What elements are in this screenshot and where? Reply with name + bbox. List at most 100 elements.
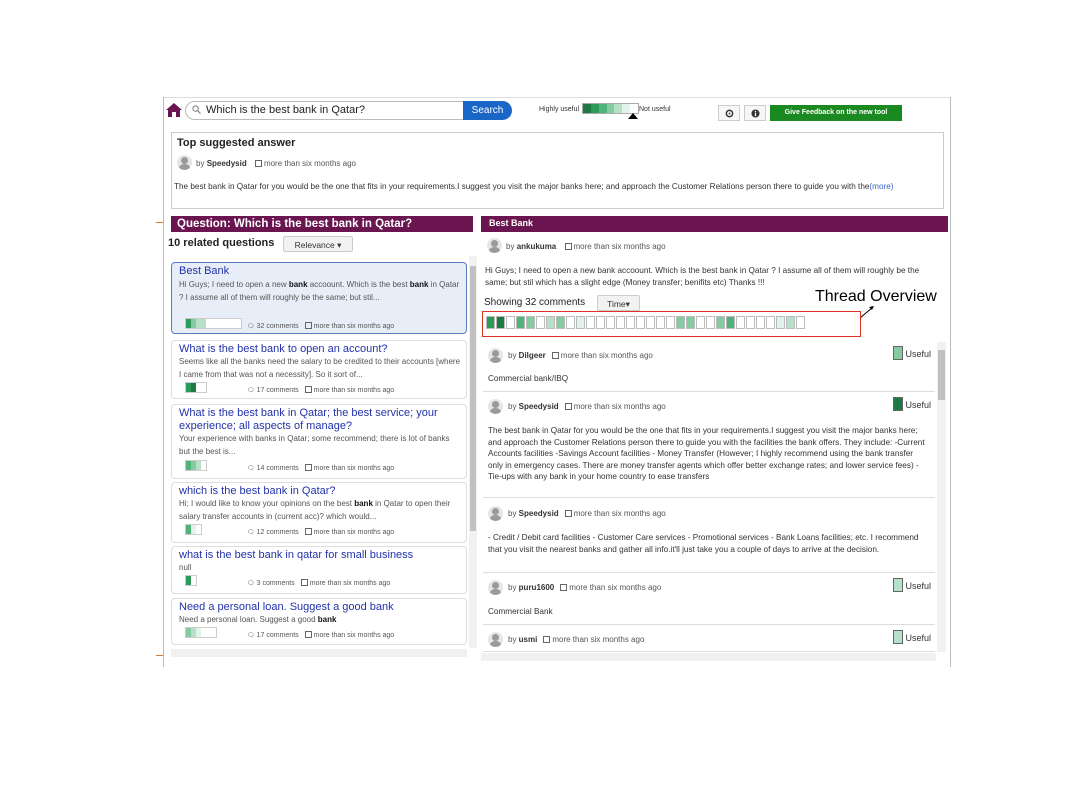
thread-overview-strip[interactable] — [486, 316, 806, 329]
thread-comment-swatch[interactable] — [736, 316, 745, 329]
thread-comment-swatch[interactable] — [776, 316, 785, 329]
thread-comment-swatch[interactable] — [636, 316, 645, 329]
scroll-thumb[interactable] — [938, 350, 945, 400]
comment-meta: 🗨 17 comments more than six months ago — [247, 386, 394, 394]
thread-comment-swatch[interactable] — [526, 316, 535, 329]
frame-right-line — [950, 97, 951, 667]
relevance-dropdown[interactable]: Relevance ▾ — [283, 236, 353, 252]
by-label: by — [508, 635, 519, 644]
related-question-title[interactable]: What is the best bank to open an account… — [179, 343, 464, 356]
calendar-icon — [304, 631, 312, 638]
useful-label: Useful — [905, 349, 931, 359]
calendar-icon — [304, 528, 312, 535]
thread-comment-swatch[interactable] — [546, 316, 555, 329]
annotation-tick — [156, 655, 163, 656]
thread-comment-swatch[interactable] — [506, 316, 515, 329]
related-question-title[interactable]: Best Bank — [179, 265, 464, 278]
thread-comment-swatch[interactable] — [686, 316, 695, 329]
related-question-card[interactable]: Need a personal loan. Suggest a good ban… — [171, 598, 467, 645]
author-link[interactable]: Speedysid — [207, 159, 247, 168]
comment-icon: 🗨 — [247, 530, 255, 536]
thread-comment-swatch[interactable] — [576, 316, 585, 329]
mini-swatch — [236, 319, 241, 328]
comment-icon: 🗨 — [247, 633, 255, 639]
useful-badge[interactable]: Useful — [893, 578, 931, 592]
useful-label: Useful — [905, 633, 931, 643]
time-sort-dropdown[interactable]: Time▾ — [597, 295, 640, 311]
legend-low-label: Not useful — [639, 106, 671, 113]
thread-comment-swatch[interactable] — [656, 316, 665, 329]
thread-comment-swatch[interactable] — [606, 316, 615, 329]
refresh-button[interactable] — [718, 105, 740, 121]
thread-comment-swatch[interactable] — [566, 316, 575, 329]
related-question-title[interactable]: Need a personal loan. Suggest a good ban… — [179, 601, 464, 614]
thread-comment-swatch[interactable] — [536, 316, 545, 329]
useful-badge[interactable]: Useful — [893, 630, 931, 644]
thread-comment-swatch[interactable] — [496, 316, 505, 329]
comment-meta: 🗨 14 comments more than six months ago — [247, 464, 394, 472]
search-input[interactable]: Which is the best bank in Qatar? — [185, 101, 465, 120]
left-h-scrollbar[interactable] — [171, 649, 467, 657]
useful-badge[interactable]: Useful — [893, 346, 931, 360]
thread-comment-swatch[interactable] — [746, 316, 755, 329]
useful-badge[interactable]: Useful — [893, 397, 931, 411]
thread-comment-swatch[interactable] — [486, 316, 495, 329]
thread-comment-swatch[interactable] — [716, 316, 725, 329]
thread-comment-swatch[interactable] — [596, 316, 605, 329]
thread-comment-swatch[interactable] — [556, 316, 565, 329]
avatar — [488, 506, 503, 521]
related-question-snippet: Need a personal loan. Suggest a good ban… — [179, 615, 337, 624]
author-link[interactable]: Speedysid — [519, 402, 559, 411]
thread-comment-swatch[interactable] — [786, 316, 795, 329]
thread-comment-swatch[interactable] — [706, 316, 715, 329]
author-link[interactable]: Speedysid — [519, 509, 559, 518]
related-question-card[interactable]: What is the best bank in Qatar; the best… — [171, 404, 467, 479]
thread-comment-swatch[interactable] — [616, 316, 625, 329]
home-icon[interactable] — [166, 103, 182, 117]
related-question-card[interactable]: What is the best bank to open an account… — [171, 340, 467, 399]
thread-comment-swatch[interactable] — [646, 316, 655, 329]
thread-comment-swatch[interactable] — [696, 316, 705, 329]
author-link[interactable]: ankukuma — [517, 242, 557, 251]
more-link[interactable]: (more) — [869, 182, 893, 191]
mini-swatch — [211, 628, 216, 637]
left-scrollbar[interactable] — [469, 256, 477, 648]
author-link[interactable]: usmi — [519, 635, 538, 644]
thread-comment-swatch[interactable] — [766, 316, 775, 329]
top-answer-heading: Top suggested answer — [177, 137, 296, 149]
thread-comment-swatch[interactable] — [666, 316, 675, 329]
comment-meta: 🗨 3 comments more than six months ago — [247, 579, 390, 587]
right-h-scrollbar[interactable] — [481, 653, 936, 661]
author-link[interactable]: Dilgeer — [519, 351, 546, 360]
thread-comment-swatch[interactable] — [626, 316, 635, 329]
legend-swatch — [630, 104, 639, 113]
info-button[interactable] — [744, 105, 766, 121]
thread-meta: by ankukuma more than six months ago — [506, 242, 666, 251]
related-question-card[interactable]: Best Bank Hi Guys; I need to open a new b… — [171, 262, 467, 334]
calendar-icon — [564, 243, 572, 250]
related-question-title[interactable]: which is the best bank in Qatar? — [179, 485, 464, 498]
scroll-thumb[interactable] — [470, 266, 476, 531]
thread-comment-swatch[interactable] — [586, 316, 595, 329]
related-question-title[interactable]: What is the best bank in Qatar; the best… — [179, 407, 464, 433]
legend-pointer-icon[interactable] — [628, 113, 638, 119]
thread-comment-swatch[interactable] — [796, 316, 805, 329]
usefulness-mini-bar — [185, 524, 202, 535]
author-link[interactable]: puru1600 — [519, 583, 555, 592]
legend-swatch — [622, 104, 631, 113]
thread-comment-swatch[interactable] — [676, 316, 685, 329]
related-question-card[interactable]: what is the best bank in qatar for small… — [171, 546, 467, 594]
thread-comment-swatch[interactable] — [516, 316, 525, 329]
feedback-button[interactable]: Give Feedback on the new tool — [770, 105, 902, 121]
useful-label: Useful — [905, 581, 931, 591]
related-question-card[interactable]: which is the best bank in Qatar? Hi; I wo… — [171, 482, 467, 543]
comment-time: more than six months ago — [560, 351, 653, 360]
thread-comment-swatch[interactable] — [726, 316, 735, 329]
search-button[interactable]: Search — [463, 101, 512, 120]
related-question-title[interactable]: what is the best bank in qatar for small… — [179, 549, 464, 562]
thread-comment-swatch[interactable] — [756, 316, 765, 329]
by-label: by — [508, 402, 519, 411]
right-scrollbar[interactable] — [937, 342, 946, 652]
comment-meta: 🗨 12 comments more than six months ago — [247, 528, 394, 536]
calendar-icon — [560, 584, 568, 591]
